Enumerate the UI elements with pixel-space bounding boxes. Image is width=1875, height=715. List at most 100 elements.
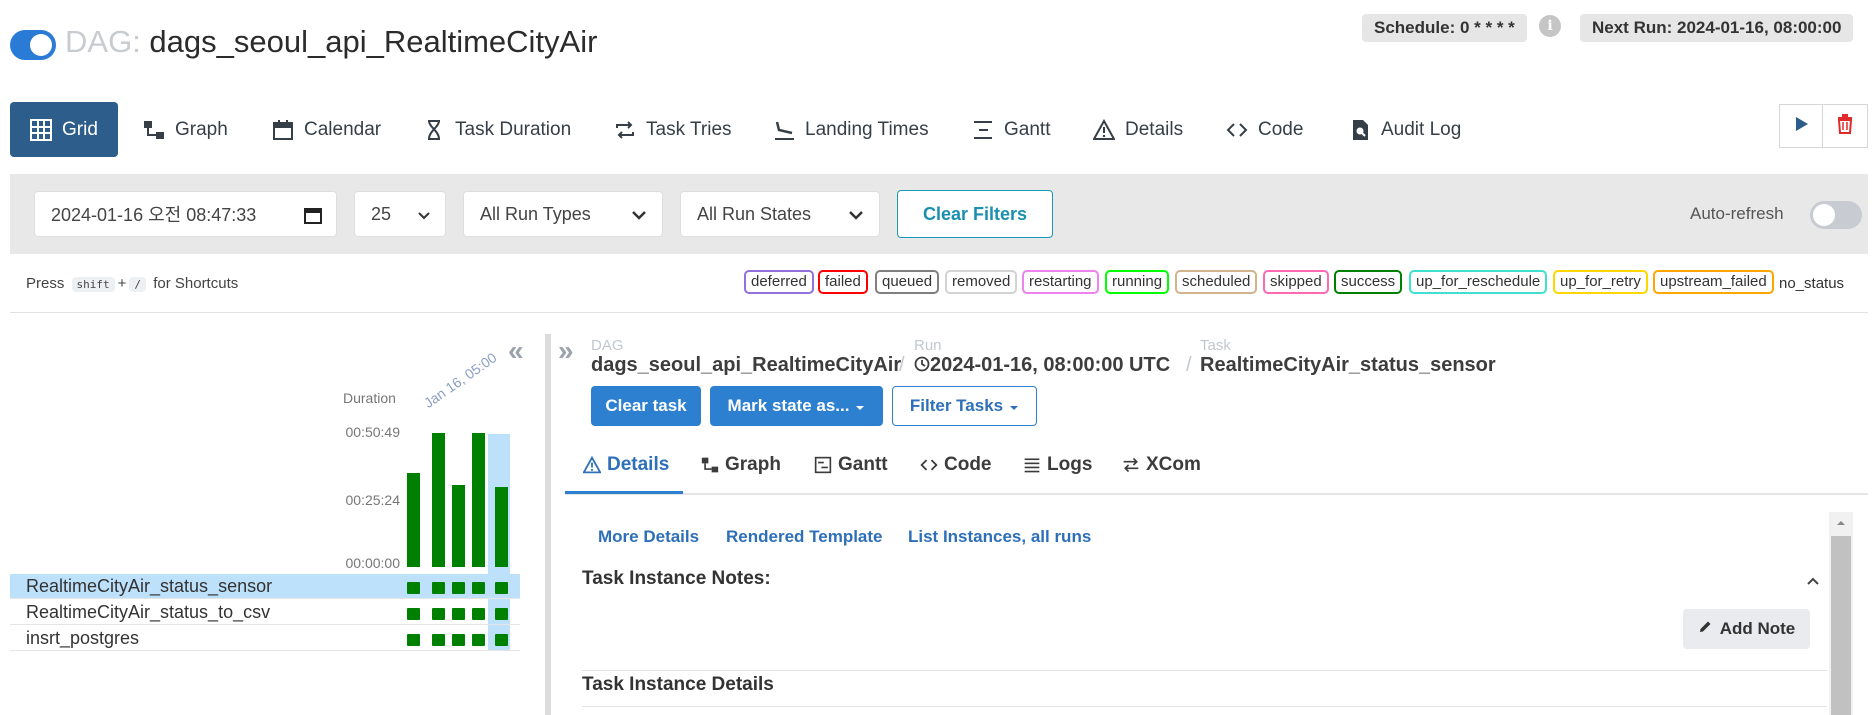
subtab-code[interactable]: Code [920,454,992,476]
subtab-label: Gantt [838,454,888,475]
auto-refresh-toggle[interactable] [1810,201,1862,229]
duration-bar[interactable] [452,485,465,567]
filter-tasks-button[interactable]: Filter Tasks [892,386,1037,426]
mark-state-label: Mark state as... [727,396,850,415]
chevron-down-icon [847,206,865,229]
legend-queued[interactable]: queued [875,270,940,294]
subtab-label: Code [944,454,992,475]
scroll-up-arrow[interactable] [1829,512,1853,534]
duration-bar[interactable] [472,433,485,567]
calendar-icon [272,119,294,141]
rendered-template-link[interactable]: Rendered Template [726,527,883,547]
add-note-button[interactable]: Add Note [1683,609,1810,649]
duration-bar[interactable] [495,487,508,567]
tab-task-duration[interactable]: Task Duration [423,102,571,157]
collapse-grid-button[interactable]: « [508,335,524,367]
panel-resize-handle[interactable] [545,334,551,715]
pencil-icon [1698,619,1712,639]
duration-bar[interactable] [407,473,420,567]
play-icon [1795,116,1809,137]
task-instance-square[interactable] [452,582,465,594]
num-runs-value: 25 [371,203,392,224]
task-instance-square[interactable] [452,608,465,620]
legend-deferred[interactable]: deferred [744,270,814,294]
mark-state-button[interactable]: Mark state as... [710,386,883,426]
delete-dag-button[interactable] [1822,104,1868,148]
legend-removed[interactable]: removed [945,270,1018,294]
expand-details-button[interactable]: » [558,335,574,367]
num-runs-select[interactable]: 25 [354,191,446,237]
tab-calendar[interactable]: Calendar [272,102,381,157]
breadcrumb-dag-label: DAG [591,337,624,354]
task-name: RealtimeCityAir_status_to_csv [26,602,271,622]
task-instance-square[interactable] [432,582,445,594]
legend-skipped[interactable]: skipped [1263,270,1329,294]
tab-audit-log[interactable]: Audit Log [1349,102,1461,157]
run-types-select[interactable]: All Run Types [463,191,663,237]
clear-task-button[interactable]: Clear task [591,386,701,426]
scrollbar-thumb[interactable] [1831,536,1851,715]
subtab-graph[interactable]: Graph [701,454,781,476]
breadcrumb-task[interactable]: RealtimeCityAir_status_sensor [1200,354,1496,377]
breadcrumb-dag[interactable]: dags_seoul_api_RealtimeCityAir [591,354,901,377]
legend-restarting[interactable]: restarting [1022,270,1099,294]
task-instance-square[interactable] [472,634,485,646]
tab-task-tries[interactable]: Task Tries [614,102,732,157]
hourglass-icon [423,119,445,141]
code-icon [920,456,938,474]
legend-up-for-reschedule[interactable]: up_for_reschedule [1409,270,1548,294]
calendar-picker-icon[interactable] [304,206,322,229]
subtab-details[interactable]: Details [583,454,669,476]
legend-scheduled[interactable]: scheduled [1175,270,1258,294]
task-instance-square[interactable] [407,634,420,646]
trigger-dag-button[interactable] [1779,104,1825,148]
subtab-logs[interactable]: Logs [1023,454,1092,476]
logs-icon [1023,456,1041,474]
task-instance-square[interactable] [407,582,420,594]
repeat-icon [614,119,636,141]
tab-grid[interactable]: Grid [10,102,118,157]
dag-pause-toggle[interactable] [10,30,56,60]
more-details-link[interactable]: More Details [598,527,699,547]
base-date-input[interactable]: 2024-01-16 오전 08:47:33 [34,191,337,237]
active-tab-indicator [565,491,683,494]
breadcrumb-run-text: 2024-01-16, 08:00:00 UTC [930,354,1171,376]
tab-details[interactable]: Details [1093,102,1183,157]
breadcrumb-run[interactable]: 2024-01-16, 08:00:00 UTC [914,354,1170,377]
task-instance-square[interactable] [472,582,485,594]
run-states-select[interactable]: All Run States [680,191,880,237]
duration-bar[interactable] [432,433,445,567]
legend-no-status[interactable]: no_status [1779,275,1844,292]
tab-landing-times[interactable]: Landing Times [773,102,929,157]
warning-triangle-icon [1093,118,1115,141]
tab-label: Gantt [1004,118,1051,140]
breadcrumb-separator: / [1186,354,1192,376]
task-instance-square[interactable] [495,608,508,620]
task-name: insrt_postgres [26,628,140,648]
legend-failed[interactable]: failed [818,270,868,294]
divider [582,670,1827,671]
tab-label: Task Duration [455,118,572,140]
task-instance-square[interactable] [432,608,445,620]
info-icon[interactable]: i [1539,15,1561,37]
legend-success[interactable]: success [1334,270,1403,294]
task-instance-square[interactable] [432,634,445,646]
legend-running[interactable]: running [1105,270,1170,294]
legend-upstream-failed[interactable]: upstream_failed [1653,270,1774,294]
subtab-xcom[interactable]: XCom [1122,454,1201,476]
clear-filters-button[interactable]: Clear Filters [897,190,1053,238]
subtab-gantt[interactable]: Gantt [814,454,888,476]
legend-up-for-retry[interactable]: up_for_retry [1553,270,1648,294]
tab-code[interactable]: Code [1226,102,1303,157]
task-instance-square[interactable] [472,608,485,620]
list-instances-link[interactable]: List Instances, all runs [908,527,1091,547]
task-instance-square[interactable] [495,634,508,646]
plane-landing-icon [773,119,795,141]
collapse-notes-icon[interactable] [1806,570,1820,591]
tab-graph[interactable]: Graph [143,102,228,157]
task-instance-square[interactable] [495,582,508,594]
task-instance-square[interactable] [452,634,465,646]
task-instance-square[interactable] [407,608,420,620]
tab-gantt[interactable]: Gantt [972,102,1050,157]
subtab-label: Graph [725,454,781,475]
